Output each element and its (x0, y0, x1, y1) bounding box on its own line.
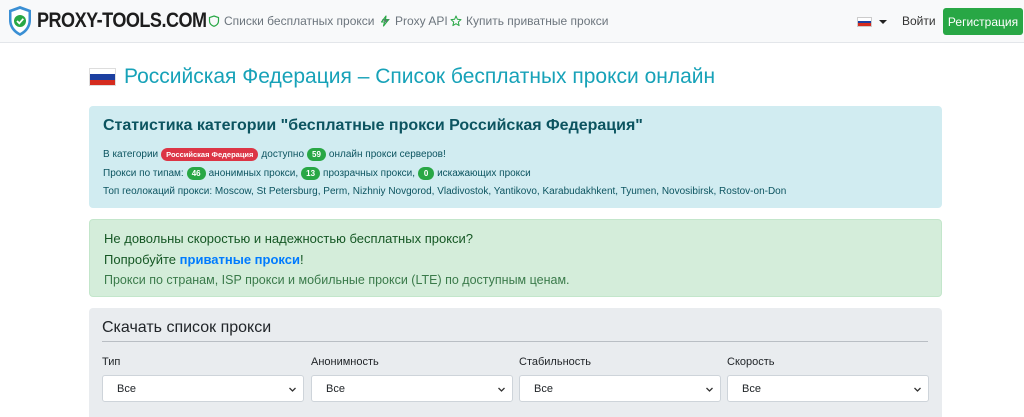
distorting-count-badge: 0 (418, 167, 435, 180)
chevron-down-icon (498, 387, 505, 392)
category-stats-panel: Статистика категории "бесплатные прокси … (89, 106, 942, 208)
top-navbar: PROXY-TOOLS.COM Списки бесплатных прокси… (0, 0, 1024, 43)
chevron-down-icon (914, 387, 921, 392)
nav-buy-private-proxy-label: Купить приватные прокси (466, 14, 609, 28)
stats-text: доступно (261, 149, 305, 160)
online-count-badge: 59 (307, 148, 326, 161)
nav-free-proxy-lists-label: Списки бесплатных прокси (224, 14, 375, 28)
nav-buy-private-proxy[interactable]: Купить приватные прокси (450, 14, 609, 28)
stats-heading: Статистика категории "бесплатные прокси … (103, 117, 643, 134)
promo-question: Не довольны скоростью и надежностью бесп… (104, 231, 474, 246)
filter-speed-select[interactable]: Все (727, 375, 929, 402)
filter-anonymity-label: Анонимность (311, 356, 379, 368)
filter-type-value: Все (117, 382, 136, 395)
login-link[interactable]: Войти (902, 14, 936, 28)
filter-stability-select[interactable]: Все (519, 375, 721, 402)
shield-logo-icon (9, 6, 31, 36)
stats-text: анонимных прокси, (208, 168, 299, 179)
download-proxy-list-panel: Скачать список прокси Тип Все Анонимност… (89, 308, 942, 417)
page-title-row: Российская Федерация – Список бесплатных… (89, 65, 715, 89)
filter-stability-value: Все (534, 382, 553, 395)
filter-speed-value: Все (742, 382, 761, 395)
nav-proxy-api-label: Proxy API (395, 14, 448, 28)
stats-line-geo: Топ геолокаций прокси: Moscow, St Peters… (103, 186, 786, 197)
brand-link[interactable]: PROXY-TOOLS.COM (7, 5, 234, 37)
anonymous-count-badge: 46 (186, 167, 206, 180)
promo-try-line: Попробуйте приватные прокси! (104, 252, 304, 267)
russia-flag-icon (89, 68, 116, 86)
chevron-down-icon (289, 387, 296, 392)
brand-name: PROXY-TOOLS.COM (37, 9, 207, 32)
stats-text: онлайн прокси серверов! (328, 149, 446, 160)
filter-type-select[interactable]: Все (102, 375, 304, 402)
filter-anonymity-select[interactable]: Все (311, 375, 513, 402)
stats-text: В категории (103, 149, 159, 160)
top-geolocations-text: Топ геолокаций прокси: Moscow, St Peters… (103, 186, 787, 197)
promo-try-prefix: Попробуйте (104, 252, 177, 267)
stats-text: Прокси по типам: (103, 168, 184, 179)
stats-text: искажающих прокси (437, 168, 531, 179)
shield-icon (208, 15, 220, 27)
nav-free-proxy-lists[interactable]: Списки бесплатных прокси (208, 14, 390, 28)
russia-flag-icon[interactable] (857, 17, 872, 27)
stats-line-online: В категории Российская Федерация доступн… (103, 148, 446, 161)
private-proxy-link[interactable]: приватные прокси (180, 252, 300, 267)
private-proxy-promo-panel: Не довольны скоростью и надежностью бесп… (89, 219, 942, 297)
category-badge: Российская Федерация (161, 148, 259, 161)
nav-proxy-api[interactable]: Proxy API (379, 14, 448, 28)
filter-type-label: Тип (102, 356, 121, 368)
promo-try-suffix: ! (299, 252, 304, 267)
transparent-count-badge: 13 (301, 167, 321, 180)
download-heading: Скачать список прокси (102, 319, 272, 336)
lightning-icon (380, 15, 390, 27)
divider (102, 341, 928, 342)
filter-anonymity-value: Все (326, 382, 345, 395)
stats-text: прозрачных прокси, (323, 168, 416, 179)
register-button[interactable]: Регистрация (943, 8, 1023, 35)
language-chevron-down-icon[interactable] (879, 20, 887, 24)
filter-stability-label: Стабильность (519, 356, 592, 368)
stats-line-types: Прокси по типам: 46 анонимных прокси, 13… (103, 167, 531, 180)
promo-description: Прокси по странам, ISP прокси и мобильны… (104, 273, 570, 287)
filter-speed-label: Скорость (727, 356, 775, 368)
page-title: Российская Федерация – Список бесплатных… (124, 65, 716, 88)
star-icon (450, 15, 462, 27)
chevron-down-icon (706, 387, 713, 392)
